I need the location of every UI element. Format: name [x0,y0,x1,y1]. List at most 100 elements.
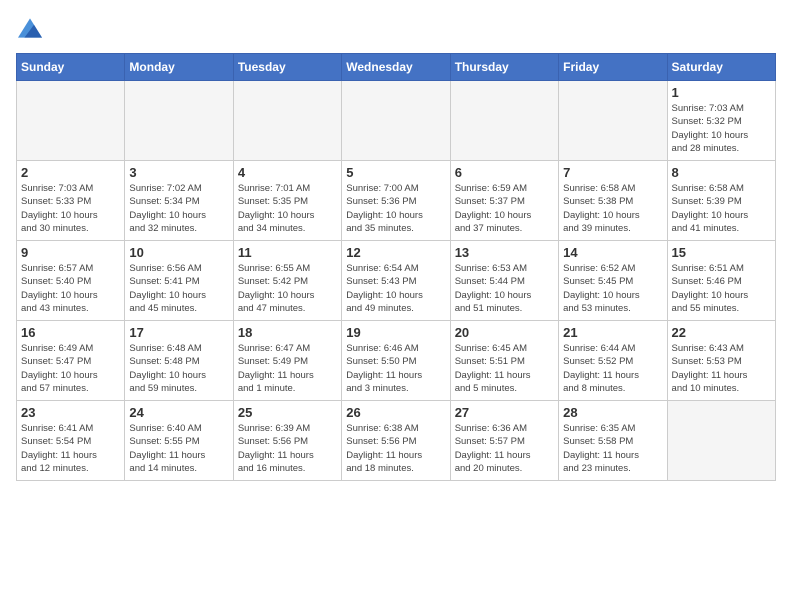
day-number: 19 [346,325,445,340]
day-info: Sunrise: 6:55 AM Sunset: 5:42 PM Dayligh… [238,262,337,315]
day-info: Sunrise: 6:56 AM Sunset: 5:41 PM Dayligh… [129,262,228,315]
calendar-cell: 18 Sunrise: 6:47 AM Sunset: 5:49 PM Dayli… [233,321,341,401]
day-info: Sunrise: 6:39 AM Sunset: 5:56 PM Dayligh… [238,422,337,475]
calendar-cell [17,81,125,161]
day-info: Sunrise: 6:57 AM Sunset: 5:40 PM Dayligh… [21,262,120,315]
day-info: Sunrise: 7:01 AM Sunset: 5:35 PM Dayligh… [238,182,337,235]
calendar-cell: 25 Sunrise: 6:39 AM Sunset: 5:56 PM Dayli… [233,401,341,481]
calendar-cell: 28 Sunrise: 6:35 AM Sunset: 5:58 PM Dayli… [559,401,667,481]
calendar-cell: 8 Sunrise: 6:58 AM Sunset: 5:39 PM Daylig… [667,161,775,241]
day-number: 13 [455,245,554,260]
day-info: Sunrise: 7:03 AM Sunset: 5:33 PM Dayligh… [21,182,120,235]
day-info: Sunrise: 6:36 AM Sunset: 5:57 PM Dayligh… [455,422,554,475]
calendar-header-sunday: Sunday [17,54,125,81]
day-info: Sunrise: 6:35 AM Sunset: 5:58 PM Dayligh… [563,422,662,475]
calendar-week-row-4: 23 Sunrise: 6:41 AM Sunset: 5:54 PM Dayli… [17,401,776,481]
day-info: Sunrise: 6:48 AM Sunset: 5:48 PM Dayligh… [129,342,228,395]
calendar-cell [233,81,341,161]
day-info: Sunrise: 6:40 AM Sunset: 5:55 PM Dayligh… [129,422,228,475]
calendar-header-tuesday: Tuesday [233,54,341,81]
day-number: 20 [455,325,554,340]
day-number: 2 [21,165,120,180]
day-number: 24 [129,405,228,420]
calendar-table: SundayMondayTuesdayWednesdayThursdayFrid… [16,53,776,481]
calendar-cell: 6 Sunrise: 6:59 AM Sunset: 5:37 PM Daylig… [450,161,558,241]
day-info: Sunrise: 6:49 AM Sunset: 5:47 PM Dayligh… [21,342,120,395]
day-number: 6 [455,165,554,180]
calendar-cell: 27 Sunrise: 6:36 AM Sunset: 5:57 PM Dayli… [450,401,558,481]
calendar-cell: 23 Sunrise: 6:41 AM Sunset: 5:54 PM Dayli… [17,401,125,481]
day-info: Sunrise: 6:41 AM Sunset: 5:54 PM Dayligh… [21,422,120,475]
calendar-week-row-0: 1 Sunrise: 7:03 AM Sunset: 5:32 PM Daylig… [17,81,776,161]
day-number: 7 [563,165,662,180]
calendar-cell: 21 Sunrise: 6:44 AM Sunset: 5:52 PM Dayli… [559,321,667,401]
day-number: 15 [672,245,771,260]
calendar-header-monday: Monday [125,54,233,81]
calendar-header-friday: Friday [559,54,667,81]
calendar-cell: 12Sunrise: 6:54 AM Sunset: 5:43 PM Dayli… [342,241,450,321]
day-number: 8 [672,165,771,180]
day-info: Sunrise: 7:02 AM Sunset: 5:34 PM Dayligh… [129,182,228,235]
calendar-cell: 13 Sunrise: 6:53 AM Sunset: 5:44 PM Dayli… [450,241,558,321]
calendar-header-saturday: Saturday [667,54,775,81]
calendar-cell [559,81,667,161]
day-info: Sunrise: 6:52 AM Sunset: 5:45 PM Dayligh… [563,262,662,315]
day-info: Sunrise: 6:53 AM Sunset: 5:44 PM Dayligh… [455,262,554,315]
day-info: Sunrise: 6:45 AM Sunset: 5:51 PM Dayligh… [455,342,554,395]
day-info: Sunrise: 6:58 AM Sunset: 5:39 PM Dayligh… [672,182,771,235]
calendar-cell [342,81,450,161]
calendar-cell: 16 Sunrise: 6:49 AM Sunset: 5:47 PM Dayli… [17,321,125,401]
calendar-cell: 19 Sunrise: 6:46 AM Sunset: 5:50 PM Dayli… [342,321,450,401]
calendar-cell [450,81,558,161]
day-number: 26 [346,405,445,420]
calendar-cell: 15 Sunrise: 6:51 AM Sunset: 5:46 PM Dayli… [667,241,775,321]
day-number: 23 [21,405,120,420]
calendar-cell: 17 Sunrise: 6:48 AM Sunset: 5:48 PM Dayli… [125,321,233,401]
day-number: 4 [238,165,337,180]
logo [16,16,42,45]
calendar-cell: 5 Sunrise: 7:00 AM Sunset: 5:36 PM Daylig… [342,161,450,241]
day-info: Sunrise: 6:59 AM Sunset: 5:37 PM Dayligh… [455,182,554,235]
day-info: Sunrise: 7:00 AM Sunset: 5:36 PM Dayligh… [346,182,445,235]
day-number: 11 [238,245,337,260]
calendar-cell: 11 Sunrise: 6:55 AM Sunset: 5:42 PM Dayli… [233,241,341,321]
day-number: 27 [455,405,554,420]
calendar-cell: 4 Sunrise: 7:01 AM Sunset: 5:35 PM Daylig… [233,161,341,241]
day-number: 28 [563,405,662,420]
calendar-cell: 26 Sunrise: 6:38 AM Sunset: 5:56 PM Dayli… [342,401,450,481]
calendar-cell: 9 Sunrise: 6:57 AM Sunset: 5:40 PM Daylig… [17,241,125,321]
day-info: Sunrise: 6:38 AM Sunset: 5:56 PM Dayligh… [346,422,445,475]
day-number: 16 [21,325,120,340]
day-number: 1 [672,85,771,100]
calendar-cell [125,81,233,161]
calendar-cell: 22Sunrise: 6:43 AM Sunset: 5:53 PM Dayli… [667,321,775,401]
day-number: 25 [238,405,337,420]
day-number: 17 [129,325,228,340]
day-number: 3 [129,165,228,180]
day-number: 22 [672,325,771,340]
calendar-header-row: SundayMondayTuesdayWednesdayThursdayFrid… [17,54,776,81]
calendar-cell: 2 Sunrise: 7:03 AM Sunset: 5:33 PM Daylig… [17,161,125,241]
day-number: 12 [346,245,445,260]
day-info: Sunrise: 6:47 AM Sunset: 5:49 PM Dayligh… [238,342,337,395]
day-number: 10 [129,245,228,260]
calendar-cell: 3 Sunrise: 7:02 AM Sunset: 5:34 PM Daylig… [125,161,233,241]
day-info: Sunrise: 6:44 AM Sunset: 5:52 PM Dayligh… [563,342,662,395]
day-number: 5 [346,165,445,180]
calendar-week-row-2: 9 Sunrise: 6:57 AM Sunset: 5:40 PM Daylig… [17,241,776,321]
day-number: 18 [238,325,337,340]
calendar-header-thursday: Thursday [450,54,558,81]
day-number: 21 [563,325,662,340]
calendar-cell: 20 Sunrise: 6:45 AM Sunset: 5:51 PM Dayli… [450,321,558,401]
calendar-week-row-3: 16 Sunrise: 6:49 AM Sunset: 5:47 PM Dayli… [17,321,776,401]
day-info: Sunrise: 6:51 AM Sunset: 5:46 PM Dayligh… [672,262,771,315]
calendar-header-wednesday: Wednesday [342,54,450,81]
calendar-cell: 1 Sunrise: 7:03 AM Sunset: 5:32 PM Daylig… [667,81,775,161]
calendar-cell: 10 Sunrise: 6:56 AM Sunset: 5:41 PM Dayli… [125,241,233,321]
calendar-cell: 14 Sunrise: 6:52 AM Sunset: 5:45 PM Dayli… [559,241,667,321]
logo-icon [18,16,42,40]
day-number: 14 [563,245,662,260]
day-info: Sunrise: 7:03 AM Sunset: 5:32 PM Dayligh… [672,102,771,155]
day-number: 9 [21,245,120,260]
day-info: Sunrise: 6:46 AM Sunset: 5:50 PM Dayligh… [346,342,445,395]
